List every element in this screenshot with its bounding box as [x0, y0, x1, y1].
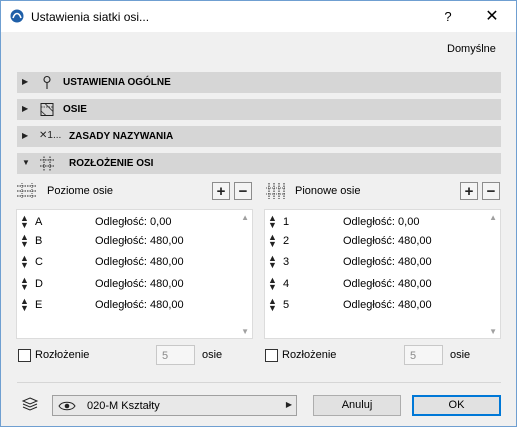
section-general-settings[interactable]: ▶ USTAWIENIA OGÓLNE [17, 72, 501, 93]
horizontal-axes-list[interactable]: ▲ ▼ ▲ ▼ A Odległość: 0,00 ▲ ▼ B Odległość:… [16, 209, 253, 339]
axis-distance: Odległość: 480,00 [95, 299, 184, 311]
axis-name: E [35, 299, 43, 311]
reorder-handle-icon[interactable]: ▲ ▼ [20, 233, 29, 249]
expand-arrow-icon: ▶ [22, 77, 29, 86]
scroll-down-icon[interactable]: ▼ [489, 327, 497, 336]
remove-vertical-axis-button[interactable]: − [482, 182, 500, 200]
table-row[interactable]: ▲ ▼ 1 Odległość: 0,00 [265, 213, 485, 231]
horizontal-axes-title: Poziome osie [47, 185, 114, 197]
ok-button[interactable]: OK [412, 395, 501, 416]
add-horizontal-axis-button[interactable]: + [212, 182, 230, 200]
axis-distance: Odległość: 0,00 [343, 216, 420, 228]
expand-arrow-icon: ▶ [22, 104, 29, 113]
title-bar: Ustawienia siatki osi... ? ✕ [1, 1, 516, 32]
vertical-count-field[interactable]: 5 [404, 345, 443, 365]
horizontal-axes-icon [17, 183, 37, 199]
defaults-link[interactable]: Domyślne [447, 43, 496, 55]
expand-arrow-icon: ▶ [22, 131, 29, 140]
reorder-handle-icon[interactable]: ▲ ▼ [268, 297, 277, 313]
section-axes[interactable]: ▶ OSIE [17, 99, 501, 120]
section-label: ZASADY NAZYWANIA [69, 131, 174, 142]
reorder-handle-icon[interactable]: ▲ ▼ [268, 276, 277, 292]
horizontal-distribute-checkbox[interactable] [18, 349, 31, 362]
reorder-handle-icon[interactable]: ▲ ▼ [268, 254, 277, 270]
reorder-handle-icon[interactable]: ▲ ▼ [268, 233, 277, 249]
axis-distance: Odległość: 0,00 [95, 216, 172, 228]
scroll-up-icon[interactable]: ▲ [241, 213, 249, 222]
table-row[interactable]: ▲ ▼ 4 Odległość: 480,00 [265, 275, 485, 293]
layers-icon [21, 397, 39, 411]
table-row[interactable]: ▲ ▼ D Odległość: 480,00 [17, 275, 237, 293]
axis-distance: Odległość: 480,00 [95, 256, 184, 268]
axis-name: A [35, 216, 43, 228]
reorder-handle-icon[interactable]: ▲ ▼ [20, 276, 29, 292]
horizontal-distribute-label: Rozłożenie [35, 349, 90, 361]
layer-dropdown[interactable]: 020-M Kształty ▶ [52, 395, 297, 416]
cancel-button[interactable]: Anuluj [313, 395, 401, 416]
axis-distance: Odległość: 480,00 [343, 256, 432, 268]
reorder-handle-icon[interactable]: ▲ ▼ [268, 214, 277, 230]
axis-distance: Odległość: 480,00 [95, 278, 184, 290]
axis-name: C [35, 256, 43, 268]
naming-icon: ✕1... [39, 130, 62, 141]
close-button[interactable]: ✕ [480, 7, 504, 27]
axis-name: 2 [283, 235, 290, 247]
table-row[interactable]: ▲ ▼ C Odległość: 480,00 [17, 253, 237, 271]
scroll-up-icon[interactable]: ▲ [489, 213, 497, 222]
footer-divider [17, 382, 501, 383]
vertical-distribute-checkbox[interactable] [265, 349, 278, 362]
axis-distance: Odległość: 480,00 [343, 299, 432, 311]
reorder-handle-icon[interactable]: ▲ ▼ [20, 297, 29, 313]
axis-distance: Odległość: 480,00 [343, 235, 432, 247]
eye-icon [58, 401, 76, 411]
collapse-arrow-icon: ▼ [22, 158, 30, 167]
axis-distance: Odległość: 480,00 [95, 235, 184, 247]
scroll-down-icon[interactable]: ▼ [241, 327, 249, 336]
reorder-handle-icon[interactable]: ▲ ▼ [20, 254, 29, 270]
reorder-handle-icon[interactable]: ▲ ▼ [20, 214, 29, 230]
vertical-axes-title: Pionowe osie [295, 185, 361, 197]
table-row[interactable]: ▲ ▼ B Odległość: 480,00 [17, 232, 237, 250]
axis-name: D [35, 278, 43, 290]
axis-distance: Odległość: 480,00 [343, 278, 432, 290]
table-row[interactable]: ▲ ▼ E Odległość: 480,00 [17, 296, 237, 314]
section-label: OSIE [63, 104, 87, 115]
table-row[interactable]: ▲ ▼ 3 Odległość: 480,00 [265, 253, 485, 271]
section-naming-rules[interactable]: ▶ ✕1... ZASADY NAZYWANIA [17, 126, 501, 147]
window-title: Ustawienia siatki osi... [31, 10, 150, 24]
axis-icon [40, 103, 54, 116]
help-button[interactable]: ? [437, 7, 459, 27]
axis-name: 4 [283, 278, 290, 290]
layer-name: 020-M Kształty [87, 400, 160, 412]
add-vertical-axis-button[interactable]: + [460, 182, 478, 200]
axis-name: 5 [283, 299, 290, 311]
archicad-app-icon [10, 9, 24, 23]
pin-icon [43, 75, 51, 89]
section-label: ROZŁOŻENIE OSI [69, 158, 154, 169]
grid-layout-icon [40, 156, 54, 171]
section-axis-layout[interactable]: ▼ ROZŁOŻENIE OSI [17, 153, 501, 174]
axis-name: 3 [283, 256, 290, 268]
axis-name: 1 [283, 216, 290, 228]
horizontal-count-field[interactable]: 5 [156, 345, 195, 365]
vertical-distribute-label: Rozłożenie [282, 349, 337, 361]
vertical-axes-icon [266, 183, 286, 199]
table-row[interactable]: ▲ ▼ 5 Odległość: 480,00 [265, 296, 485, 314]
grid-settings-dialog: Ustawienia siatki osi... ? ✕ Domyślne ▶ … [0, 0, 517, 427]
remove-horizontal-axis-button[interactable]: − [234, 182, 252, 200]
vertical-count-unit: osie [450, 349, 471, 361]
table-row[interactable]: ▲ ▼ 2 Odległość: 480,00 [265, 232, 485, 250]
axis-name: B [35, 235, 43, 247]
dropdown-arrow-icon: ▶ [285, 400, 292, 409]
table-row[interactable]: ▲ ▼ A Odległość: 0,00 [17, 213, 237, 231]
vertical-axes-list[interactable]: ▲ ▼ ▲ ▼ 1 Odległość: 0,00 ▲ ▼ 2 Odległość:… [264, 209, 501, 339]
section-label: USTAWIENIA OGÓLNE [63, 77, 171, 88]
horizontal-count-unit: osie [202, 349, 223, 361]
